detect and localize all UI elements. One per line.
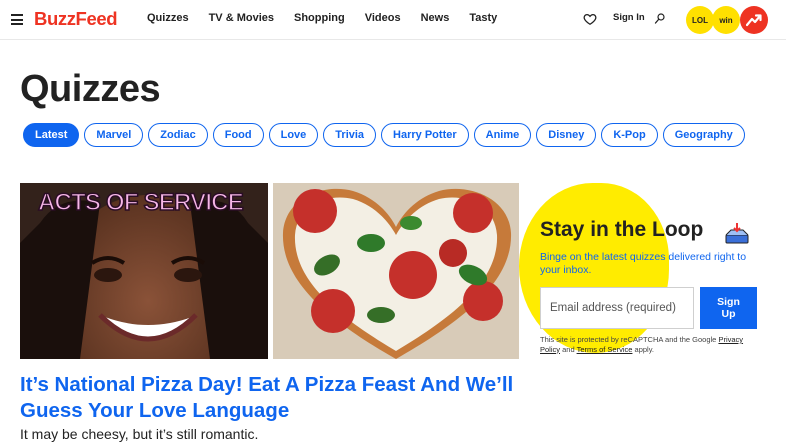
article-headline[interactable]: It’s National Pizza Day! Eat A Pizza Fea… bbox=[20, 372, 530, 424]
heart-pizza-illustration bbox=[273, 183, 519, 359]
nav-item-shopping[interactable]: Shopping bbox=[294, 12, 345, 24]
recaptcha-notice: This site is protected by reCAPTCHA and … bbox=[540, 335, 765, 354]
tag-anime[interactable]: Anime bbox=[473, 123, 532, 147]
nav-item-videos[interactable]: Videos bbox=[365, 12, 401, 24]
quiz-tag-bar: Latest Marvel Zodiac Food Love Trivia Ha… bbox=[23, 123, 750, 147]
search-icon[interactable] bbox=[654, 12, 666, 25]
top-nav-bar: BuzzFeed Quizzes TV & Movies Shopping Vi… bbox=[0, 0, 786, 40]
nav-item-tv-movies[interactable]: TV & Movies bbox=[209, 12, 274, 24]
recaptcha-and: and bbox=[562, 344, 575, 354]
win-badge[interactable]: win bbox=[712, 6, 740, 34]
trending-icon[interactable] bbox=[740, 6, 768, 34]
sign-in-link[interactable]: Sign In bbox=[613, 12, 645, 23]
page-title: Quizzes bbox=[20, 68, 161, 110]
tag-harry-potter[interactable]: Harry Potter bbox=[381, 123, 469, 147]
nav-item-news[interactable]: News bbox=[421, 12, 450, 24]
article-image-face[interactable]: ACTS OF SERVICE bbox=[20, 183, 268, 359]
newsletter-title: Stay in the Loop bbox=[540, 218, 704, 241]
buzzfeed-logo[interactable]: BuzzFeed bbox=[34, 8, 118, 30]
image-caption: ACTS OF SERVICE bbox=[37, 188, 244, 217]
tag-marvel[interactable]: Marvel bbox=[84, 123, 144, 147]
heart-icon[interactable] bbox=[583, 12, 597, 26]
tag-love[interactable]: Love bbox=[268, 123, 319, 147]
nav-item-tasty[interactable]: Tasty bbox=[469, 12, 497, 24]
terms-of-service-link[interactable]: Terms of Service bbox=[577, 345, 633, 354]
nav-item-quizzes[interactable]: Quizzes bbox=[147, 12, 189, 24]
sign-up-label-line2: Up bbox=[721, 308, 736, 320]
tag-food[interactable]: Food bbox=[212, 123, 264, 147]
tag-k-pop[interactable]: K-Pop bbox=[601, 123, 658, 147]
tag-trivia[interactable]: Trivia bbox=[323, 123, 377, 147]
tag-zodiac[interactable]: Zodiac bbox=[148, 123, 208, 147]
tag-geography[interactable]: Geography bbox=[662, 123, 745, 147]
recaptcha-prefix: This site is protected by reCAPTCHA and … bbox=[540, 335, 717, 344]
tag-disney[interactable]: Disney bbox=[536, 123, 597, 147]
sign-up-button[interactable]: Sign Up bbox=[700, 287, 757, 329]
main-nav: Quizzes TV & Movies Shopping Videos News… bbox=[147, 12, 517, 24]
tag-latest[interactable]: Latest bbox=[23, 123, 80, 147]
menu-icon[interactable] bbox=[11, 14, 23, 25]
article-subtext: It may be cheesy, but it’s still romanti… bbox=[20, 426, 259, 442]
lol-badge[interactable]: LOL bbox=[686, 6, 714, 34]
recaptcha-apply: apply. bbox=[634, 344, 654, 354]
mailbox-icon bbox=[725, 223, 749, 244]
sign-up-label-line1: Sign bbox=[717, 296, 740, 308]
article-image-pizza[interactable] bbox=[273, 183, 519, 359]
email-field[interactable] bbox=[540, 287, 694, 329]
newsletter-description: Binge on the latest quizzes delivered ri… bbox=[540, 251, 747, 276]
